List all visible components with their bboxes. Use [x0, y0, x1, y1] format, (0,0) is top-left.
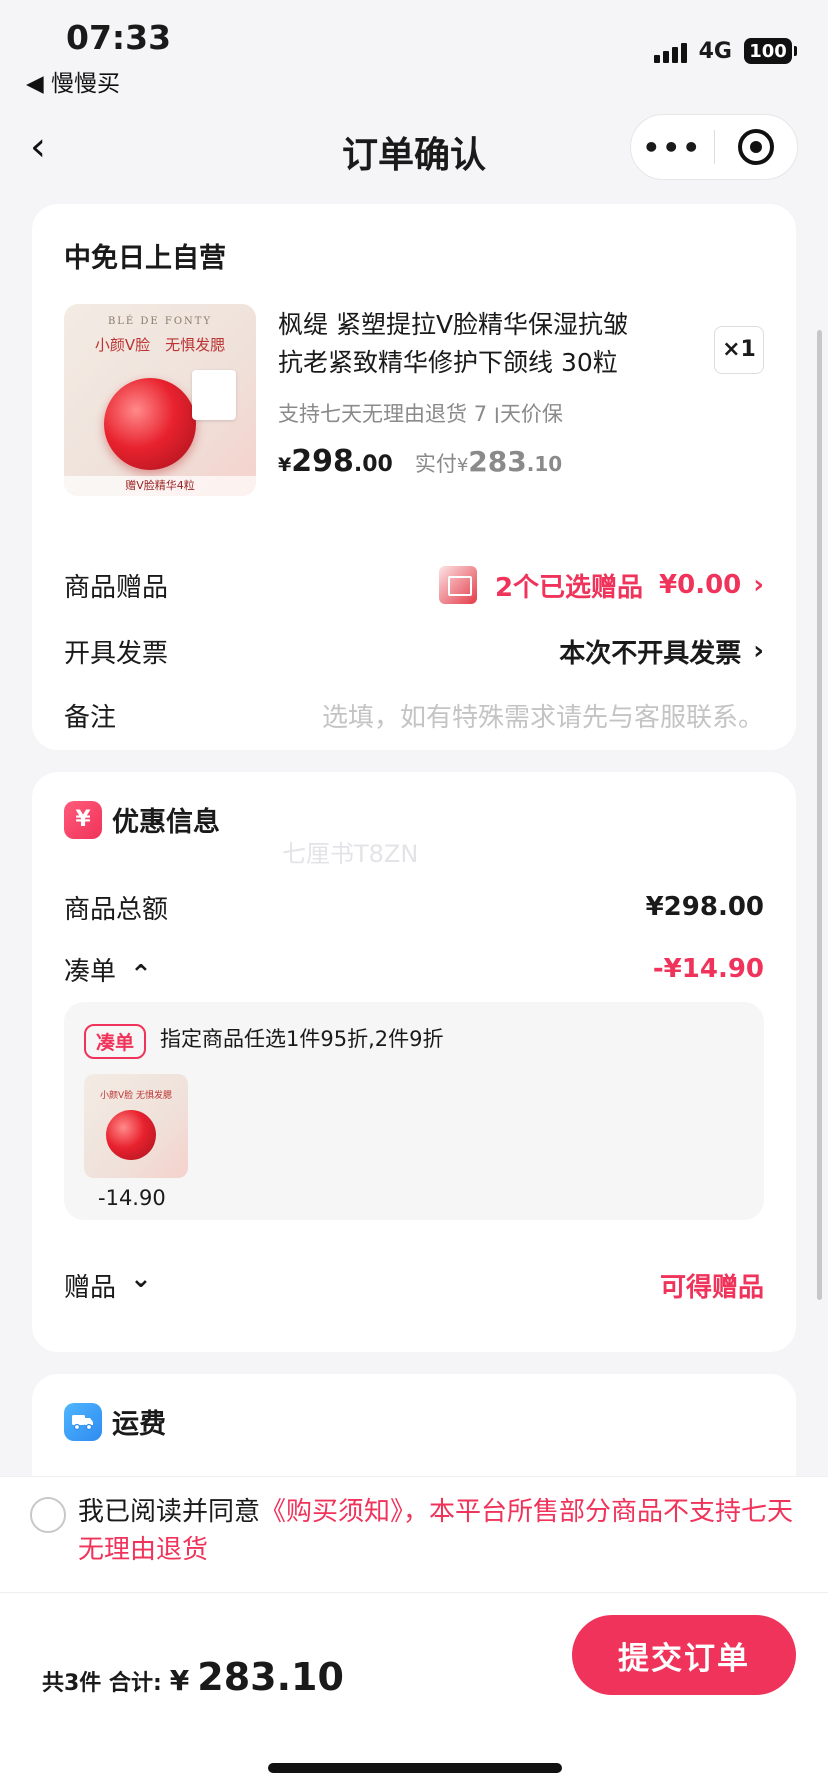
watermark-text: 七厘书T8ZN — [282, 840, 419, 868]
bundle-thumb-slogan: 小颜V脸 无惧发腮 — [99, 1091, 173, 1101]
product-image-caption: 赠V脸精华4粒 — [64, 476, 256, 496]
bundle-item-price: -14.90 — [98, 1186, 166, 1210]
product-name[interactable]: 枫缇 紧塑提拉V脸精华保湿抗皱抗老紧致精华修护下颌线 30粒 （… — [278, 306, 648, 382]
nav-bar: ‹ 订单确认 ••• — [0, 104, 828, 190]
paid-label: 实付 — [414, 452, 457, 476]
discount-card: ¥ 优惠信息 七厘书T8ZN 商品总额 ¥298.00 凑单 ⌃ -¥14.90… — [32, 772, 796, 1352]
status-bar: 07:33 ◀ 慢慢买 4G 100 — [0, 0, 828, 100]
bundle-product-image[interactable]: 小颜V脸 无惧发腮 — [84, 1074, 188, 1178]
product-orb-graphic — [104, 378, 196, 470]
product-image-slogan: 小颜V脸 无惧发腮 — [94, 336, 226, 354]
return-policy: 支持七天无理由退货 ׀ 7天价保 — [278, 402, 563, 426]
paid-integer: 283 — [468, 445, 527, 478]
chevron-right-icon: › — [753, 570, 764, 600]
subtotal-row: 商品总额 ¥298.00 — [64, 882, 764, 932]
target-icon — [737, 129, 774, 165]
shipping-header: 运费 — [64, 1402, 166, 1441]
agreement-text: 我已阅读并同意《购买须知》，本平台所售部分商品不支持七天无理由退货 — [78, 1493, 798, 1569]
discount-title: 优惠信息 — [112, 807, 220, 838]
chevron-down-icon: ⌄ — [130, 1264, 152, 1294]
yen-icon: ¥ — [64, 800, 102, 839]
invoice-value-group: 本次不开具发票 › — [559, 633, 764, 670]
remark-input[interactable]: 选填，如有特殊需求请先与客服联系。 — [322, 697, 764, 734]
bundle-label-group: 凑单 ⌃ — [64, 951, 152, 991]
quantity-badge: ×1 — [714, 326, 764, 374]
price-decimal: .00 — [353, 452, 393, 477]
total-amount: 283.10 — [197, 1655, 344, 1699]
subtotal-value: ¥298.00 — [645, 892, 764, 922]
agreement-checkbox[interactable] — [30, 1497, 66, 1533]
gifts-label: 商品赠品 — [64, 572, 169, 603]
product-image-brand: BLÉ DE FONTY — [107, 316, 213, 327]
bundle-discount-value: -¥14.90 — [652, 954, 764, 984]
subtotal-label: 商品总额 — [64, 894, 169, 925]
paid-currency: ¥ — [456, 455, 469, 476]
network-type: 4G — [698, 38, 732, 64]
gift-label-group: 赠品 ⌄ — [64, 1264, 152, 1304]
discount-header: ¥ 优惠信息 — [64, 800, 220, 839]
battery-level: 100 — [749, 40, 787, 62]
bundle-label: 凑单 — [64, 956, 117, 987]
gifts-selected-text: 2个已选赠品 — [494, 572, 644, 603]
store-name: 中免日上自营 — [64, 243, 226, 274]
agreement-bar: 我已阅读并同意《购买须知》，本平台所售部分商品不支持七天无理由退货 — [0, 1476, 828, 1592]
remark-row: 备注 选填，如有特殊需求请先与客服联系。 — [64, 690, 764, 740]
more-options-icon[interactable]: ••• — [631, 131, 714, 164]
total-currency: ¥ — [169, 1664, 190, 1697]
signal-icon — [653, 39, 687, 63]
checkout-bar: 共3件 合计: ¥ 283.10 提交订单 — [0, 1592, 828, 1792]
miniprogram-capsule: ••• — [630, 114, 798, 180]
gifts-value: 2个已选赠品 ¥0.00 › — [438, 566, 764, 604]
home-indicator[interactable] — [268, 1763, 562, 1773]
price-row: ¥ 298 .00 实付 ¥ 283 .10 — [278, 444, 562, 479]
gift-row[interactable]: 赠品 ⌄ 可得赠品 — [64, 1260, 764, 1310]
battery-icon: 100 — [744, 38, 797, 64]
bundle-detail-panel: 凑单 指定商品任选1件95折,2件9折 小颜V脸 无惧发腮 -14.90 — [64, 1002, 764, 1220]
status-time: 07:33 — [66, 18, 172, 57]
gifts-amount: ¥0.00 — [659, 570, 742, 600]
invoice-row[interactable]: 开具发票 本次不开具发票 › — [64, 626, 764, 676]
back-to-app-link[interactable]: ◀ 慢慢买 — [26, 64, 120, 98]
bundle-tag: 凑单 — [84, 1024, 147, 1059]
gift-thumbnail — [438, 566, 477, 604]
price-integer: 298 — [291, 444, 354, 479]
invoice-label: 开具发票 — [64, 638, 169, 669]
remark-label: 备注 — [64, 702, 117, 733]
chevron-right-icon: › — [753, 636, 764, 666]
scrollbar[interactable] — [817, 330, 822, 1300]
agreement-prefix: 我已阅读并同意 — [78, 1497, 261, 1527]
bundle-orb-graphic — [106, 1110, 156, 1160]
price-currency: ¥ — [278, 454, 292, 476]
status-indicators: 4G 100 — [653, 38, 797, 64]
gift-value: 可得赠品 — [659, 1272, 764, 1303]
chevron-up-icon: ⌃ — [130, 960, 152, 990]
product-image[interactable]: BLÉ DE FONTY 小颜V脸 无惧发腮 赠V脸精华4粒 — [64, 304, 256, 496]
shipping-title: 运费 — [112, 1409, 166, 1440]
truck-icon — [64, 1402, 102, 1441]
order-card: 中免日上自营 BLÉ DE FONTY 小颜V脸 无惧发腮 赠V脸精华4粒 枫缇… — [32, 204, 796, 750]
paid-decimal: .10 — [526, 452, 563, 476]
submit-order-button[interactable]: 提交订单 — [572, 1615, 796, 1695]
gift-label: 赠品 — [64, 1272, 117, 1303]
invoice-value: 本次不开具发票 — [559, 638, 742, 669]
bundle-row[interactable]: 凑单 ⌃ -¥14.90 — [64, 944, 764, 994]
close-miniprogram-button[interactable] — [715, 129, 798, 165]
item-count-label: 共3件 合计: — [42, 1671, 162, 1696]
product-box-graphic — [192, 370, 236, 420]
gifts-row[interactable]: 商品赠品 2个已选赠品 ¥0.00 › — [64, 560, 764, 610]
bundle-rule-text: 指定商品任选1件95折,2件9折 — [160, 1027, 444, 1051]
total-summary: 共3件 合计: ¥ 283.10 — [42, 1655, 344, 1699]
